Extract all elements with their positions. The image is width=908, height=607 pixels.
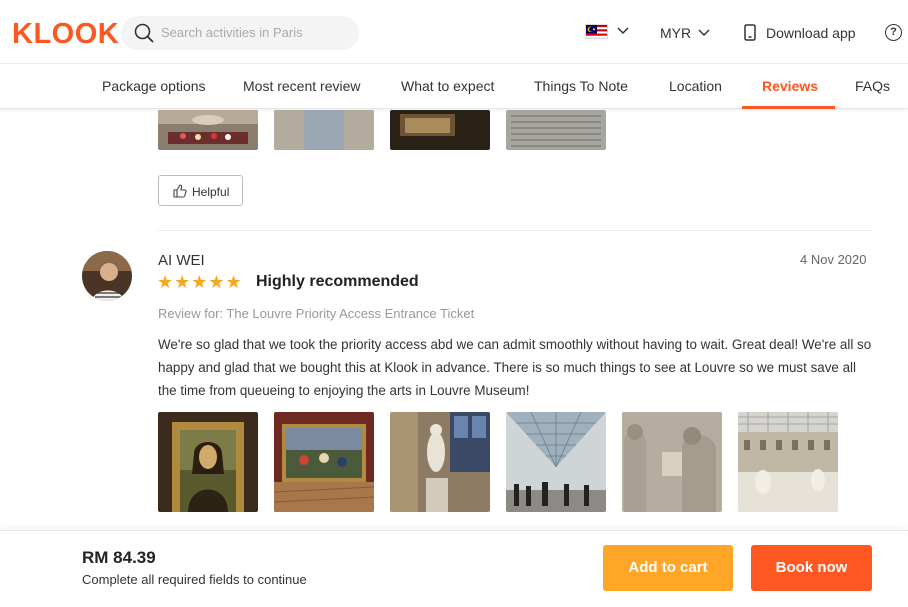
review-photo-courtyard[interactable] [738,412,838,512]
review-photo[interactable] [274,110,374,150]
active-tab-indicator [742,106,835,109]
review-title: Highly recommended [256,273,419,290]
phone-icon[interactable] [744,24,756,41]
review-photo-pyramid[interactable] [506,412,606,512]
search-bar[interactable]: Search activities in Paris [121,16,359,50]
booking-hint: Complete all required fields to continue [82,572,307,587]
tab-package-options[interactable]: Package options [102,78,206,94]
review-photo-sculpture[interactable] [390,412,490,512]
booking-bar: RM 84.39 Complete all required fields to… [0,530,908,607]
section-tabs: Package options Most recent review What … [0,65,908,109]
add-to-cart-button[interactable]: Add to cart [603,545,733,591]
helpful-label: Helpful [192,185,230,199]
tab-most-recent-review[interactable]: Most recent review [243,78,360,94]
review-date: 4 Nov 2020 [800,252,867,267]
tab-things-to-note[interactable]: Things To Note [534,78,628,94]
chevron-down-icon[interactable] [617,27,629,35]
search-icon [134,23,154,43]
review-photo-painting[interactable] [274,412,374,512]
price: RM 84.39 [82,548,156,567]
thumbs-up-icon [173,184,187,198]
search-input[interactable]: Search activities in Paris [161,25,303,40]
book-now-button[interactable]: Book now [751,545,872,591]
chevron-down-icon[interactable] [698,29,710,37]
reviewer-name: AI WEI [158,252,205,269]
helpful-button[interactable]: Helpful [158,175,243,206]
avatar [82,251,132,301]
review-photo[interactable] [390,110,490,150]
tab-reviews[interactable]: Reviews [762,78,818,94]
top-header: KLOOK Search activities in Paris MYR Dow… [0,0,908,64]
review-for: Review for: The Louvre Priority Access E… [158,306,475,321]
tab-faqs[interactable]: FAQs [855,78,890,94]
review-divider [158,230,872,231]
star-rating: ★★★★★ [157,272,243,292]
review-photo-lamassu[interactable] [622,412,722,512]
help-icon[interactable]: ? [885,24,902,41]
tab-what-to-expect[interactable]: What to expect [401,78,494,94]
review-photo[interactable] [158,110,258,150]
malaysia-flag-icon[interactable] [585,24,608,39]
currency-selector[interactable]: MYR [660,25,691,41]
review-photo[interactable] [506,110,606,150]
tab-location[interactable]: Location [669,78,722,94]
review-body: We're so glad that we took the priority … [158,337,872,398]
klook-logo[interactable]: KLOOK [12,18,119,51]
download-app-link[interactable]: Download app [766,25,856,41]
review-photo-mona-lisa[interactable] [158,412,258,512]
